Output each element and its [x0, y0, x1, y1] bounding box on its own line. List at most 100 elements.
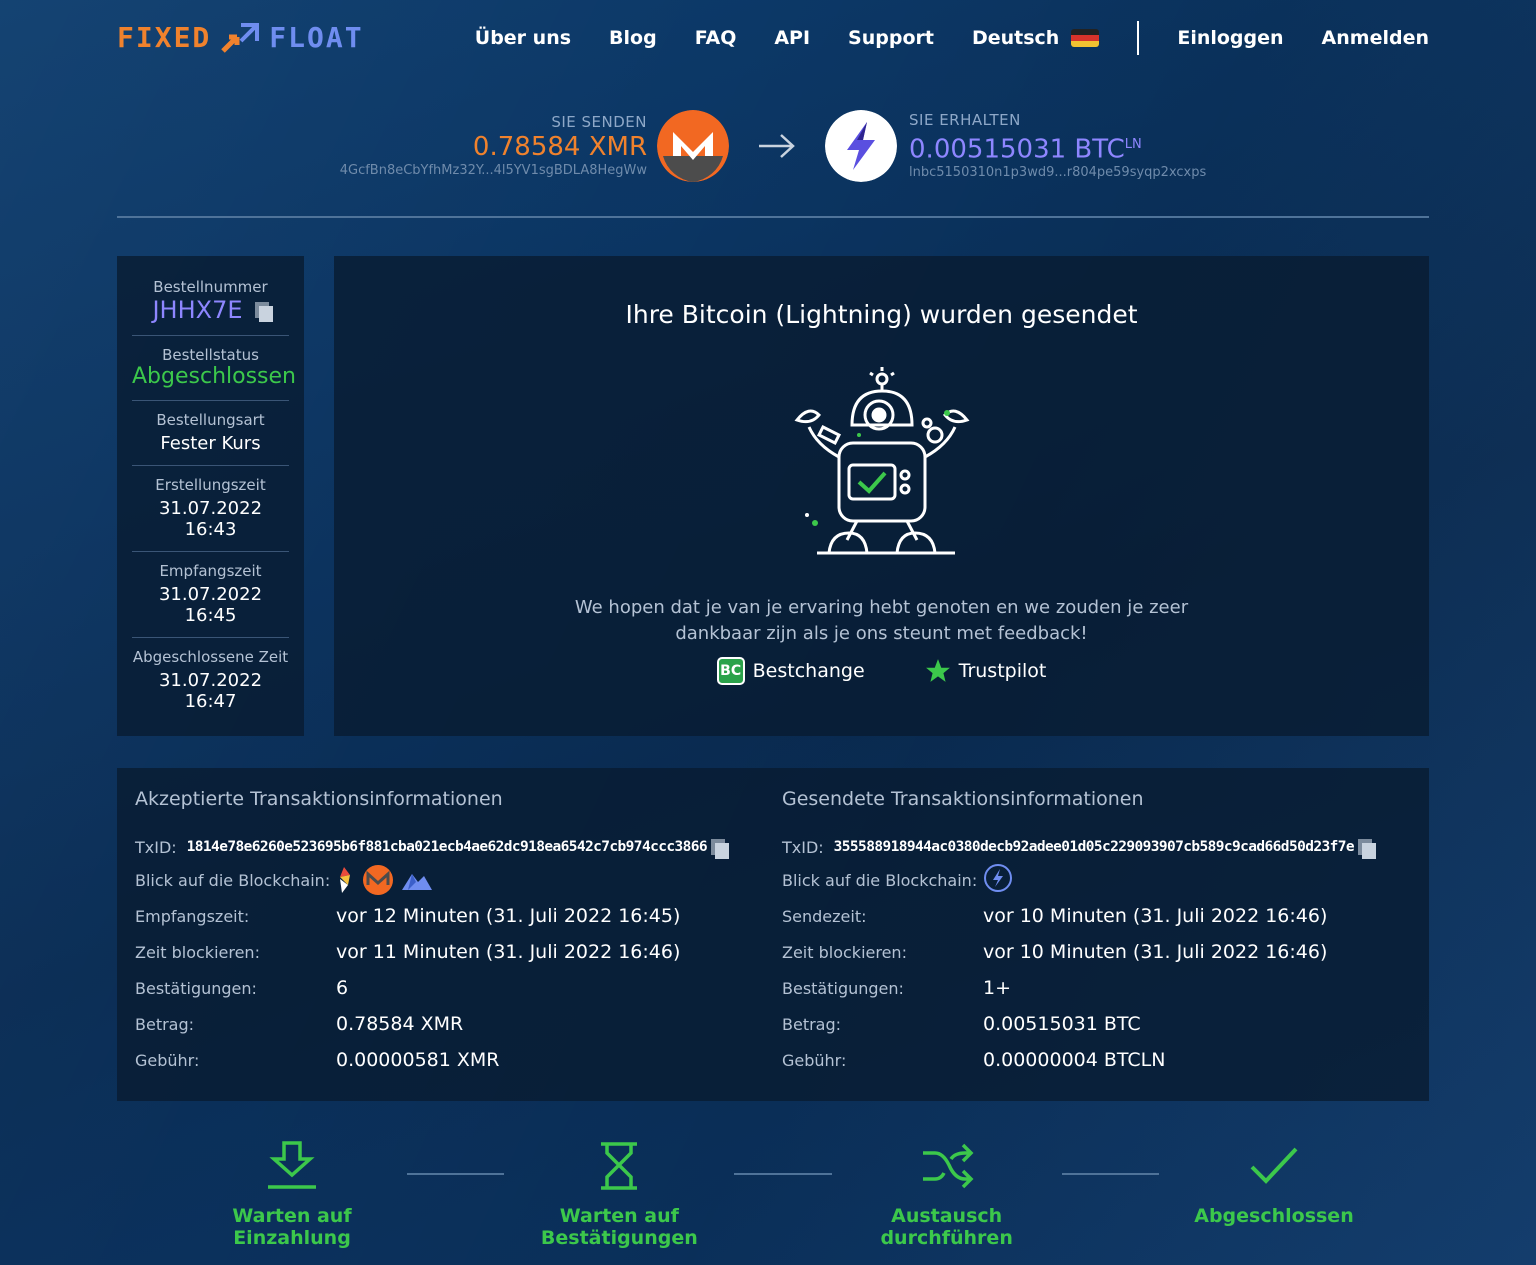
- send-label: SIE SENDEN: [551, 113, 648, 131]
- order-number-value: JHHX7E: [152, 296, 243, 324]
- register-link[interactable]: Anmelden: [1322, 27, 1429, 49]
- feedback-line-1: We hopen dat je van je ervaring hebt gen…: [574, 597, 1189, 618]
- logo[interactable]: FIXED FLOAT: [117, 21, 364, 55]
- nav-divider: [1137, 20, 1140, 55]
- step-label: Warten auf Einzahlung: [232, 1205, 352, 1249]
- language-selector[interactable]: Deutsch: [971, 26, 1100, 49]
- explorer-label: Blick auf die Blockchain:: [135, 870, 331, 890]
- created-time-label: Erstellungszeit: [155, 476, 266, 494]
- order-number: JHHX7E: [132, 296, 289, 324]
- german-flag-icon: [1071, 28, 1100, 47]
- sent-txid-label: TxID:: [782, 837, 824, 857]
- completed-time-label: Abgeschlossene Zeit: [132, 648, 289, 666]
- trustpilot-label: Trustpilot: [958, 660, 1047, 682]
- sent-fee-row: Gebühr: 0.00000004 BTCLN: [782, 1042, 1411, 1078]
- accepted-txid-label: TxID:: [135, 837, 177, 857]
- logo-arrows-icon: [221, 22, 260, 53]
- receive-amount: 0.00515031 BTCLN: [909, 129, 1206, 166]
- hourglass-icon: [601, 1142, 638, 1190]
- bestchange-label: Bestchange: [752, 660, 865, 682]
- receive-address: lnbc5150310n1p3wd9...r804pe59syqp2xcxps: [909, 165, 1207, 181]
- copy-icon[interactable]: [254, 302, 273, 322]
- shuffle-icon: [922, 1143, 974, 1189]
- received-time: 31.07.2022 16:45: [158, 584, 263, 626]
- nav-api[interactable]: API: [774, 27, 810, 49]
- nav-about[interactable]: Über uns: [475, 27, 571, 49]
- mountain-explorer-icon[interactable]: [402, 870, 432, 890]
- sent-time-label: Sendezeit:: [782, 906, 867, 926]
- order-status-item: Bestellstatus Abgeschlossen: [132, 336, 296, 401]
- received-time-label: Empfangszeit: [159, 562, 262, 580]
- header: FIXED FLOAT Über uns Blog FAQ API Suppor…: [117, 0, 1429, 75]
- lightning-explorer-icon[interactable]: [983, 863, 1013, 893]
- send-address: 4GcfBn8eCbYfhMz32Y...4l5YV1sgBDLA8HegWw: [339, 163, 648, 178]
- accepted-conf: 6: [336, 977, 349, 999]
- order-type: Fester Kurs: [160, 433, 261, 454]
- order-status: Abgeschlossen: [132, 364, 296, 389]
- sent-conf-row: Bestätigungen: 1+: [782, 970, 1411, 1006]
- sent-tx-title: Gesendete Transaktionsinformationen: [782, 788, 1144, 810]
- logo-float-text: FLOAT: [269, 21, 364, 54]
- explorer-icons: [983, 863, 1013, 898]
- accepted-fee-label: Gebühr:: [135, 1050, 200, 1070]
- completed-time: 31.07.2022 16:47: [158, 670, 263, 712]
- explorer-icons: [336, 864, 432, 896]
- received-time-item: Empfangszeit 31.07.2022 16:45: [132, 552, 289, 638]
- receive-block: SIE ERHALTEN 0.00515031 BTCLN lnbc515031…: [909, 111, 1206, 181]
- step-connector: [407, 1173, 505, 1175]
- exchange-summary: SIE SENDEN 0.78584 XMR 4GcfBn8eCbYfhMz32…: [117, 75, 1429, 218]
- sent-amount-label: Betrag:: [782, 1014, 842, 1034]
- feedback-message: We hopen dat je van je ervaring hebt gen…: [334, 595, 1429, 647]
- copy-icon[interactable]: [1357, 839, 1376, 859]
- lightning-icon: [825, 109, 898, 182]
- accepted-tx-column: Akzeptierte Transaktionsinformationen Tx…: [135, 788, 764, 1081]
- accepted-amount: 0.78584 XMR: [336, 1013, 464, 1035]
- sent-txid[interactable]: 355588918944ac0380decb92adee01d05c229093…: [834, 839, 1355, 855]
- sent-block: vor 10 Minuten (31. Juli 2022 16:46): [983, 941, 1328, 963]
- feedback-line-2: dankbaar zijn als je ons steunt met feed…: [675, 623, 1088, 644]
- success-title: Ihre Bitcoin (Lightning) wurden gesendet: [625, 300, 1138, 329]
- robot-illustration: [794, 367, 969, 555]
- language-label: Deutsch: [971, 26, 1060, 49]
- accepted-txid[interactable]: 1814e78e6260e523695b6f881cba021ecb4ae62d…: [187, 839, 708, 855]
- step-waiting-deposit: Warten auf Einzahlung: [177, 1141, 407, 1249]
- order-number-item: Bestellnummer JHHX7E: [132, 268, 289, 336]
- accepted-time-row: Empfangszeit: vor 12 Minuten (31. Juli 2…: [135, 898, 764, 934]
- order-sidebar: Bestellnummer JHHX7E Bestellstatus Abges…: [117, 256, 304, 736]
- logo-fixed-text: FIXED: [117, 21, 212, 54]
- accepted-time-label: Empfangszeit:: [135, 906, 250, 926]
- sent-block-label: Zeit blockieren:: [782, 942, 907, 962]
- accepted-block: vor 11 Minuten (31. Juli 2022 16:46): [336, 941, 681, 963]
- sent-fee: 0.00000004 BTCLN: [983, 1049, 1166, 1071]
- arrow-right-icon: [759, 133, 795, 158]
- step-completed: Abgeschlossen: [1159, 1141, 1389, 1227]
- accepted-time: vor 12 Minuten (31. Juli 2022 16:45): [336, 905, 681, 927]
- accepted-explorer-row: Blick auf die Blockchain:: [135, 862, 764, 898]
- sent-amount-row: Betrag: 0.00515031 BTC: [782, 1006, 1411, 1042]
- sent-time-row: Sendezeit: vor 10 Minuten (31. Juli 2022…: [782, 898, 1411, 934]
- nav-blog[interactable]: Blog: [609, 27, 657, 49]
- receive-amount-suffix: LN: [1124, 136, 1142, 152]
- blockchair-explorer-icon[interactable]: [336, 867, 354, 893]
- success-panel: Ihre Bitcoin (Lightning) wurden gesendet: [334, 256, 1429, 736]
- nav-faq[interactable]: FAQ: [695, 27, 737, 49]
- nav-support[interactable]: Support: [848, 27, 934, 49]
- sent-tx-column: Gesendete Transaktionsinformationen TxID…: [782, 788, 1411, 1081]
- step-label: Austausch durchführen: [880, 1205, 1013, 1249]
- step-connector: [1061, 1173, 1159, 1175]
- xmrchain-explorer-icon[interactable]: [362, 864, 394, 896]
- accepted-fee-row: Gebühr: 0.00000581 XMR: [135, 1042, 764, 1078]
- sent-conf: 1+: [983, 977, 1012, 999]
- step-waiting-confirmations: Warten auf Bestätigungen: [504, 1141, 734, 1249]
- accepted-fee: 0.00000581 XMR: [336, 1049, 500, 1071]
- sent-conf-label: Bestätigungen:: [782, 978, 904, 998]
- trustpilot-link[interactable]: Trustpilot: [925, 657, 1047, 685]
- sent-fee-label: Gebühr:: [782, 1050, 847, 1070]
- receive-amount-value: 0.00515031 BTC: [909, 134, 1125, 165]
- accepted-amount-label: Betrag:: [135, 1014, 195, 1034]
- sent-txid-row: TxID: 355588918944ac0380decb92adee01d05c…: [782, 832, 1411, 862]
- send-amount: 0.78584 XMR: [472, 132, 648, 162]
- login-link[interactable]: Einloggen: [1177, 27, 1283, 49]
- copy-icon[interactable]: [710, 839, 729, 859]
- bestchange-link[interactable]: BC Bestchange: [716, 657, 865, 685]
